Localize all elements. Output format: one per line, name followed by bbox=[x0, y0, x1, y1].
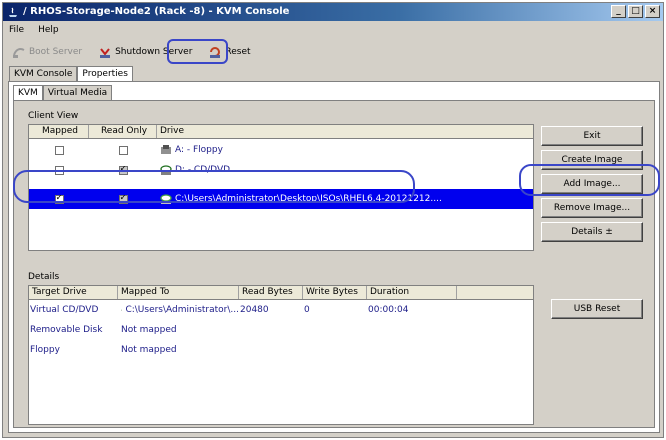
drive-label: A: - Floppy bbox=[175, 145, 223, 155]
reset-label: Reset bbox=[225, 47, 251, 57]
maximize-button[interactable]: □ bbox=[628, 5, 643, 18]
client-view-row-cd-dvd[interactable]: D: - CD/DVD bbox=[29, 160, 533, 180]
drive-label: D: - CD/DVD bbox=[175, 165, 231, 175]
read-bytes-cell: 20480 bbox=[240, 305, 269, 315]
boot-server-button[interactable]: Boot Server bbox=[9, 42, 85, 62]
toolbar: Boot Server Shutdown Server Reset bbox=[3, 40, 663, 64]
column-read-only[interactable]: Read Only bbox=[89, 125, 157, 138]
duration-cell: 00:00:04 bbox=[368, 305, 409, 315]
details-label: Details bbox=[28, 272, 60, 282]
usb-reset-button[interactable]: USB Reset bbox=[551, 299, 643, 319]
shutdown-server-button[interactable]: Shutdown Server bbox=[95, 42, 195, 62]
kvm-console-window: / RHOS-Storage-Node2 (Rack -8) - KVM Con… bbox=[2, 2, 664, 438]
reset-button[interactable]: Reset bbox=[205, 42, 253, 62]
client-view-table: Mapped Read Only Drive A: - Floppy ✓ D: … bbox=[28, 124, 534, 251]
menu-help[interactable]: Help bbox=[38, 22, 59, 38]
details-table: Target Drive Mapped To Read Bytes Write … bbox=[28, 285, 534, 425]
mapped-to-cell: Not mapped bbox=[121, 325, 177, 335]
write-bytes-cell: 0 bbox=[304, 305, 310, 315]
column-drive[interactable]: Drive bbox=[157, 125, 533, 138]
create-image-button[interactable]: Create Image bbox=[541, 150, 643, 170]
menu-bar: File Help bbox=[3, 22, 663, 38]
mapped-to-cell: Not mapped bbox=[121, 345, 177, 355]
title-bar[interactable]: / RHOS-Storage-Node2 (Rack -8) - KVM Con… bbox=[3, 3, 663, 21]
client-view-row-iso-image[interactable]: C:\Users\Administrator\Desktop\ISOs\RHEL… bbox=[29, 189, 533, 209]
tab-kvm-console[interactable]: KVM Console bbox=[9, 66, 78, 81]
mapped-to-cell: C:\Users\Administrator\... bbox=[125, 305, 239, 315]
column-duration[interactable]: Duration bbox=[367, 286, 457, 299]
read-only-checkbox bbox=[118, 194, 128, 204]
read-only-checkbox bbox=[118, 165, 128, 175]
tab-kvm[interactable]: KVM bbox=[13, 85, 43, 101]
floppy-drive-icon bbox=[161, 145, 171, 154]
column-filler bbox=[457, 286, 533, 299]
tab-virtual-media[interactable]: Virtual Media bbox=[42, 85, 113, 100]
properties-panel: KVM Virtual Media Client View Mapped Rea… bbox=[8, 81, 660, 433]
client-view-row-floppy[interactable]: A: - Floppy bbox=[29, 140, 533, 160]
details-toggle-button[interactable]: Details ± bbox=[541, 222, 643, 242]
drive-label: C:\Users\Administrator\Desktop\ISOs\RHEL… bbox=[175, 194, 442, 204]
client-view-label: Client View bbox=[28, 111, 79, 121]
details-header: Target Drive Mapped To Read Bytes Write … bbox=[29, 286, 533, 300]
boot-server-label: Boot Server bbox=[29, 47, 83, 57]
column-mapped[interactable]: Mapped bbox=[29, 125, 89, 138]
shutdown-server-label: Shutdown Server bbox=[115, 47, 193, 57]
details-row-virtual-cd[interactable]: Virtual CD/DVD C:\Users\Administrator\..… bbox=[29, 300, 533, 320]
java-app-icon bbox=[9, 7, 17, 17]
minimize-button[interactable]: _ bbox=[611, 5, 626, 18]
shutdown-icon bbox=[100, 48, 111, 58]
tab-properties[interactable]: Properties bbox=[77, 66, 133, 82]
target-drive-cell: Virtual CD/DVD bbox=[30, 305, 99, 315]
read-only-checkbox[interactable] bbox=[118, 145, 128, 155]
mapped-checkbox[interactable] bbox=[54, 194, 64, 204]
remove-image-button[interactable]: Remove Image... bbox=[541, 198, 643, 218]
mapped-checkbox[interactable] bbox=[54, 145, 64, 155]
column-read-bytes[interactable]: Read Bytes bbox=[239, 286, 303, 299]
details-row-floppy[interactable]: Floppy Not mapped bbox=[29, 340, 533, 360]
close-button[interactable]: × bbox=[645, 5, 660, 18]
window-title: / RHOS-Storage-Node2 (Rack -8) - KVM Con… bbox=[23, 6, 290, 17]
exit-button[interactable]: Exit bbox=[541, 126, 643, 146]
add-image-button[interactable]: Add Image... bbox=[541, 174, 643, 194]
outer-tab-strip: KVM Console Properties bbox=[9, 66, 133, 82]
column-target-drive[interactable]: Target Drive bbox=[29, 286, 118, 299]
target-drive-cell: Removable Disk bbox=[30, 325, 103, 335]
virtual-media-panel: Client View Mapped Read Only Drive A: - … bbox=[13, 100, 655, 428]
reset-icon bbox=[210, 47, 221, 58]
client-view-header: Mapped Read Only Drive bbox=[29, 125, 533, 139]
cd-drive-icon bbox=[160, 165, 172, 175]
disc-image-icon bbox=[160, 194, 172, 204]
menu-file[interactable]: File bbox=[9, 22, 24, 38]
mapped-checkbox[interactable] bbox=[54, 165, 64, 175]
details-row-removable-disk[interactable]: Removable Disk Not mapped bbox=[29, 320, 533, 340]
power-on-icon bbox=[13, 48, 25, 58]
column-write-bytes[interactable]: Write Bytes bbox=[303, 286, 367, 299]
target-drive-cell: Floppy bbox=[30, 345, 60, 355]
column-mapped-to[interactable]: Mapped To bbox=[118, 286, 239, 299]
inner-tab-strip: KVM Virtual Media bbox=[13, 85, 113, 101]
disc-image-icon bbox=[121, 309, 123, 311]
